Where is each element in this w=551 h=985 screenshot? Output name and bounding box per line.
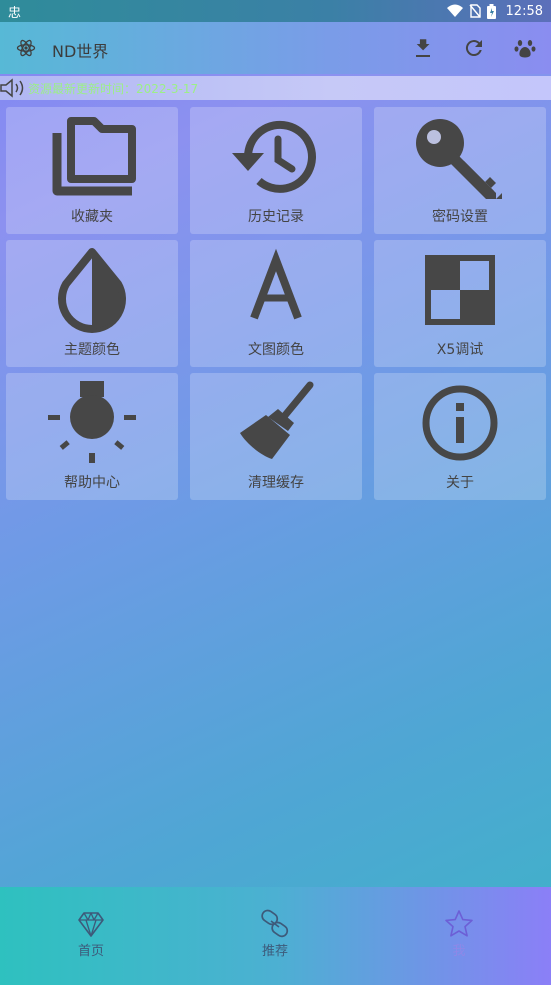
key-icon xyxy=(416,119,502,199)
text-a-icon xyxy=(250,248,302,320)
tile-favorites[interactable]: 收藏夹 xyxy=(6,107,178,234)
info-icon xyxy=(422,385,498,461)
tile-password-settings[interactable]: 密码设置 xyxy=(374,107,546,234)
tile-history[interactable]: 历史记录 xyxy=(190,107,362,234)
tile-label: 历史记录 xyxy=(248,209,304,225)
marquee-text: 资源最新更新时间：2022-3-17 xyxy=(28,82,199,96)
no-sim-icon xyxy=(468,4,481,18)
tile-help-center[interactable]: 帮助中心 xyxy=(6,373,178,500)
lightbulb-icon xyxy=(48,381,136,463)
star-icon xyxy=(445,910,473,937)
nav-item-recommend[interactable]: 推荐 xyxy=(215,909,335,959)
battery-icon xyxy=(486,3,496,19)
tile-clear-cache[interactable]: 清理缓存 xyxy=(190,373,362,500)
tile-label: 密码设置 xyxy=(432,209,488,225)
tile-label: 主题颜色 xyxy=(64,342,120,358)
tile-label: 文图颜色 xyxy=(248,342,304,358)
atom-icon[interactable] xyxy=(16,38,36,58)
diamond-icon xyxy=(78,912,104,937)
app-bar: ND世界 xyxy=(0,22,551,74)
tile-label: X5调试 xyxy=(436,342,484,358)
tile-label: 帮助中心 xyxy=(64,475,120,491)
download-icon[interactable] xyxy=(411,36,435,60)
status-time: 12:58 xyxy=(505,3,543,19)
status-icons: 12:58 xyxy=(446,0,543,22)
nav-label: 推荐 xyxy=(261,944,288,959)
tile-about[interactable]: 关于 xyxy=(374,373,546,500)
refresh-icon[interactable] xyxy=(462,36,486,60)
bottom-navigation: 首页 推荐 我 xyxy=(0,887,551,985)
status-bar: 忠 12:58 xyxy=(0,0,551,22)
nav-item-me[interactable]: 我 xyxy=(399,909,519,959)
link-icon xyxy=(261,909,289,938)
app-title: ND世界 xyxy=(52,42,109,61)
tile-label: 收藏夹 xyxy=(71,209,113,225)
announcement-marquee: 资源最新更新时间：2022-3-17 xyxy=(0,76,551,100)
speaker-icon xyxy=(0,78,24,98)
folders-icon xyxy=(52,117,136,196)
status-left-glyph: 忠 xyxy=(8,6,22,21)
checkerboard-icon xyxy=(425,255,495,325)
invert-colors-icon xyxy=(58,248,126,333)
broom-icon xyxy=(240,381,314,459)
tile-label: 清理缓存 xyxy=(248,475,304,491)
nav-label: 首页 xyxy=(77,944,104,959)
tile-text-color[interactable]: 文图颜色 xyxy=(190,240,362,367)
wifi-icon xyxy=(446,4,463,17)
tile-label: 关于 xyxy=(446,475,474,491)
paw-icon[interactable] xyxy=(513,36,537,60)
tile-x5-debug[interactable]: X5调试 xyxy=(374,240,546,367)
tile-theme-color[interactable]: 主题颜色 xyxy=(6,240,178,367)
history-icon xyxy=(232,120,316,193)
nav-item-home[interactable]: 首页 xyxy=(31,909,151,959)
nav-label: 我 xyxy=(452,944,466,959)
